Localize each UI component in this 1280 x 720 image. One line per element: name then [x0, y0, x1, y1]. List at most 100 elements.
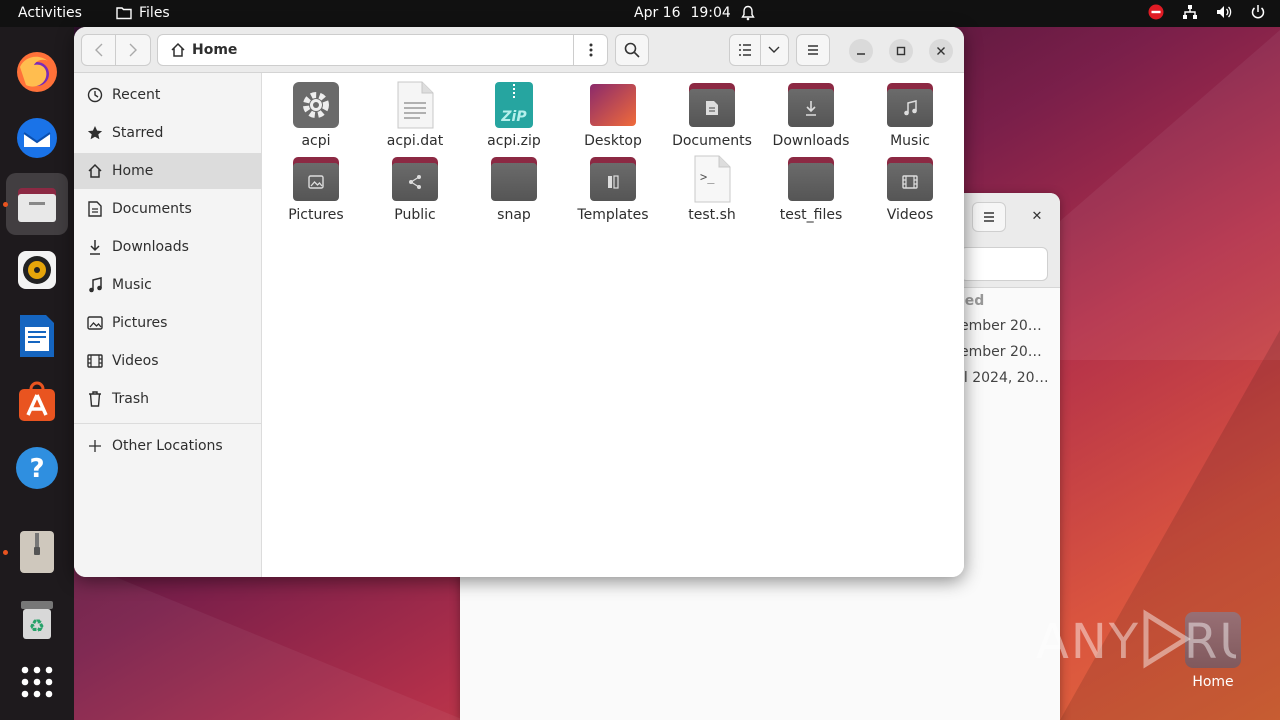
background-row[interactable]: ember 20… [960, 344, 1042, 360]
download-icon [74, 239, 112, 255]
folder-icon [116, 7, 132, 20]
sidebar-item-label: Recent [112, 87, 161, 103]
close-button[interactable] [929, 39, 953, 63]
dock-firefox[interactable] [6, 41, 68, 103]
file-item[interactable]: Public [365, 155, 465, 223]
clock-time: 19:04 [690, 5, 731, 21]
sidebar-item-label: Videos [112, 353, 159, 369]
sidebar-item-downloads[interactable]: Downloads [74, 229, 262, 265]
background-row[interactable]: ember 20… [960, 318, 1042, 334]
files-icon [18, 188, 56, 222]
sidebar-item-starred[interactable]: Starred [74, 115, 262, 151]
folder-icon [490, 155, 538, 203]
file-item[interactable]: Downloads [761, 81, 861, 149]
software-store-icon [19, 381, 55, 421]
file-name: Templates [577, 207, 649, 223]
templates-folder-icon [589, 155, 637, 203]
file-item[interactable]: >_ test.sh [662, 155, 762, 223]
sidebar-item-videos[interactable]: Videos [74, 343, 262, 379]
background-search-field[interactable] [960, 247, 1048, 281]
notification-bell-icon [741, 5, 755, 21]
file-item[interactable]: Templates [563, 155, 663, 223]
file-name: Pictures [288, 207, 344, 223]
sidebar-item-label: Home [112, 163, 154, 179]
minimize-icon [857, 53, 865, 55]
background-menu-button[interactable] [972, 202, 1006, 232]
dock-thunderbird[interactable] [6, 107, 68, 169]
home-icon [74, 163, 112, 179]
activities-button[interactable]: Activities [18, 5, 82, 21]
dock-writer[interactable] [6, 305, 68, 367]
firefox-icon [17, 52, 57, 92]
file-item[interactable]: ZiP acpi.zip [464, 81, 564, 149]
search-button[interactable] [615, 34, 649, 66]
file-item[interactable]: acpi.dat [365, 81, 465, 149]
files-window[interactable]: Home Recent Starred Home Documents Downl… [74, 27, 964, 577]
file-item[interactable]: acpi [266, 81, 366, 149]
sidebar-item-documents[interactable]: Documents [74, 191, 262, 227]
sidebar-item-pictures[interactable]: Pictures [74, 305, 262, 341]
file-item[interactable]: Videos [860, 155, 960, 223]
sidebar-item-label: Documents [112, 201, 192, 217]
writer-icon [20, 315, 54, 357]
file-item[interactable]: test_files [761, 155, 861, 223]
sidebar-separator [74, 423, 262, 424]
help-icon: ? [16, 447, 58, 489]
dock-help[interactable]: ? [6, 437, 68, 499]
sidebar-item-home[interactable]: Home [74, 153, 262, 189]
file-name: Downloads [772, 133, 850, 149]
chevron-left-icon [94, 43, 102, 57]
app-menu[interactable]: Files [116, 5, 170, 21]
system-tray[interactable] [1148, 4, 1266, 20]
executable-icon [292, 81, 340, 129]
dock-software[interactable] [6, 371, 68, 433]
dock-trash[interactable]: ♻ [6, 589, 68, 651]
maximize-button[interactable] [889, 39, 913, 63]
svg-text:ZiP: ZiP [500, 109, 527, 125]
file-view[interactable]: acpi acpi.dat ZiP acpi.zip Desktop Docum… [263, 73, 964, 577]
file-item[interactable]: Desktop [563, 81, 663, 149]
back-button[interactable] [82, 35, 117, 65]
sidebar-item-trash[interactable]: Trash [74, 381, 262, 417]
desktop-folder-icon [589, 81, 637, 129]
thunderbird-icon [17, 118, 57, 158]
star-icon [74, 125, 112, 141]
file-item[interactable]: Pictures [266, 155, 366, 223]
main-menu-button[interactable] [796, 34, 830, 66]
forward-button[interactable] [116, 35, 150, 65]
clock[interactable]: Apr 16 19:04 [634, 5, 755, 21]
list-view-icon [738, 44, 751, 56]
file-item[interactable]: snap [464, 155, 564, 223]
sidebar-item-music[interactable]: Music [74, 267, 262, 303]
background-close-button[interactable]: ✕ [1026, 205, 1048, 227]
svg-text:?: ? [29, 454, 44, 484]
music-folder-icon [886, 81, 934, 129]
file-name: test.sh [688, 207, 736, 223]
view-options-button[interactable] [761, 35, 788, 65]
plus-icon [74, 439, 112, 453]
header-bar: Home [74, 27, 964, 73]
dock-rhythmbox[interactable] [6, 239, 68, 301]
maximize-icon [896, 46, 906, 56]
desktop-home-label: Home [1192, 674, 1234, 690]
file-item[interactable]: Documents [662, 81, 762, 149]
background-row[interactable]: il 2024, 20… [960, 370, 1049, 386]
file-item[interactable]: Music [860, 81, 960, 149]
svg-text:RUN: RUN [1184, 614, 1236, 670]
sidebar-item-other-locations[interactable]: Other Locations [74, 428, 262, 464]
dock-archive-manager[interactable] [6, 521, 68, 583]
sidebar-item-recent[interactable]: Recent [74, 77, 262, 113]
file-name: acpi.zip [487, 133, 541, 149]
path-menu-button[interactable] [573, 35, 607, 65]
minimize-button[interactable] [849, 39, 873, 63]
dock-files[interactable] [6, 173, 68, 235]
trash-icon [74, 391, 112, 407]
breadcrumb-home[interactable]: Home [192, 42, 237, 58]
hamburger-icon [808, 45, 818, 55]
rhythmbox-icon [18, 251, 56, 289]
script-file-icon: >_ [688, 155, 736, 203]
dock-show-apps[interactable] [6, 651, 68, 713]
file-name: acpi.dat [386, 133, 444, 149]
list-view-button[interactable] [730, 35, 761, 65]
path-bar[interactable]: Home [157, 34, 608, 66]
